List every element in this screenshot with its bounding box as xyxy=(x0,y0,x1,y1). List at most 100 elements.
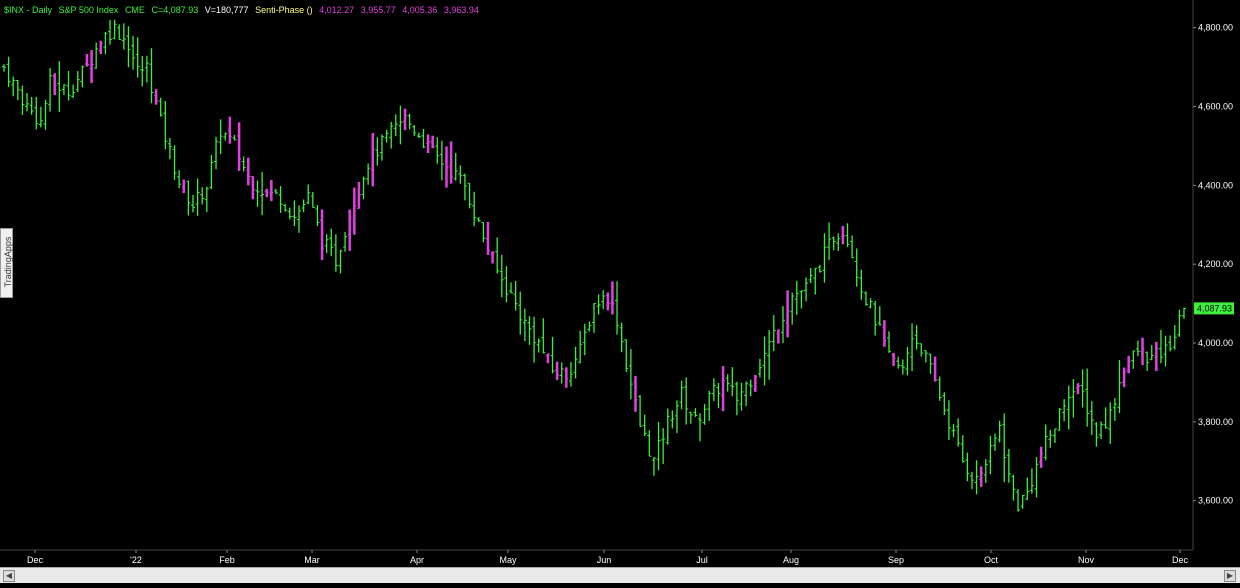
x-tick-label: Jul xyxy=(696,555,708,565)
ohlc-bar xyxy=(398,105,403,145)
ohlc-bar xyxy=(1066,385,1071,430)
ohlc-bar xyxy=(1140,337,1145,366)
ohlc-bar xyxy=(748,379,753,397)
price-bars xyxy=(2,19,1186,512)
ohlc-bar xyxy=(564,367,569,388)
ohlc-bar xyxy=(1108,402,1113,444)
price-chart[interactable]: 4,800.00 4,600.00 4,400.00 4,200.00 4,000.00… xyxy=(0,0,1240,583)
ohlc-bar xyxy=(831,236,836,251)
ohlc-bar xyxy=(167,138,172,160)
x-tick-label: Dec xyxy=(1172,555,1189,565)
indicator-name: Senti-Phase () xyxy=(255,5,313,15)
ohlc-bar xyxy=(237,122,242,171)
ohlc-bar xyxy=(52,73,57,95)
ohlc-bar xyxy=(919,343,924,357)
ohlc-bar xyxy=(979,466,984,487)
ohlc-bar xyxy=(131,35,136,70)
ohlc-bar xyxy=(568,361,573,387)
ohlc-bar xyxy=(338,249,343,274)
watermark-label: TradingApps xyxy=(3,236,13,288)
ohlc-bar xyxy=(725,374,730,392)
ohlc-bar xyxy=(633,375,638,412)
x-tick-label: Nov xyxy=(1078,555,1095,565)
scroll-left-button[interactable]: ◀ xyxy=(3,570,15,582)
ohlc-bar xyxy=(347,209,352,251)
ohlc-bar xyxy=(393,114,398,137)
ohlc-bar xyxy=(721,366,726,412)
indicator-value-3: 4,005.36 xyxy=(402,5,438,15)
ohlc-bar xyxy=(1094,422,1099,447)
ohlc-bar xyxy=(988,435,993,475)
exchange-label: CME xyxy=(124,5,145,15)
ohlc-bar xyxy=(836,233,841,251)
ohlc-bar xyxy=(555,361,560,381)
ohlc-bar xyxy=(859,269,864,300)
ohlc-bar xyxy=(1112,398,1117,421)
ohlc-bar xyxy=(605,292,610,311)
ohlc-bar xyxy=(278,186,283,214)
ohlc-bar xyxy=(43,99,48,130)
indicator-value-1: 4,012.27 xyxy=(319,5,355,15)
ohlc-bar xyxy=(559,362,564,384)
ohlc-bar xyxy=(1002,413,1007,483)
ohlc-bar xyxy=(707,390,712,421)
ohlc-bar xyxy=(121,23,126,50)
ohlc-bar xyxy=(241,156,246,172)
scroll-right-button[interactable]: ▶ xyxy=(1224,570,1236,582)
ohlc-bar xyxy=(232,134,237,141)
ohlc-bar xyxy=(679,380,684,410)
ohlc-bar xyxy=(946,400,951,441)
ohlc-bar xyxy=(172,145,177,180)
indicator-value-2: 3,955.77 xyxy=(360,5,396,15)
ohlc-bar xyxy=(804,277,809,302)
ohlc-bar xyxy=(1025,477,1030,501)
last-price-marker: 4,087.93 xyxy=(1194,302,1234,315)
ohlc-bar xyxy=(956,418,961,447)
y-tick-label: 3,600.00 xyxy=(1198,496,1233,506)
horizontal-scrollbar[interactable]: ◀ ▶ xyxy=(0,567,1240,583)
ohlc-bar xyxy=(854,248,859,287)
ohlc-bar xyxy=(532,316,537,363)
x-tick-label: Feb xyxy=(219,555,235,565)
ohlc-bar xyxy=(891,352,896,367)
ohlc-bar xyxy=(1163,335,1168,367)
ohlc-bar xyxy=(702,403,707,425)
ohlc-bar xyxy=(1043,424,1048,461)
ohlc-bar xyxy=(628,349,633,400)
ohlc-bar xyxy=(582,323,587,356)
ohlc-bar xyxy=(1011,474,1016,501)
ohlc-bar xyxy=(444,146,449,188)
ohlc-bar xyxy=(426,134,431,154)
ohlc-bar xyxy=(656,421,661,471)
ohlc-bar xyxy=(1089,401,1094,436)
ohlc-bar xyxy=(799,290,804,309)
ohlc-bar xyxy=(739,382,744,411)
ohlc-bar xyxy=(126,26,131,68)
ohlc-bar xyxy=(757,358,762,378)
ohlc-bar xyxy=(89,50,94,84)
ohlc-bar xyxy=(361,176,366,200)
ohlc-bar xyxy=(34,96,39,130)
ohlc-bar xyxy=(923,350,928,363)
ohlc-bar xyxy=(246,157,251,186)
tradingapps-tab[interactable]: TradingApps xyxy=(0,228,13,298)
ohlc-bar xyxy=(435,137,440,164)
ohlc-bar xyxy=(103,31,108,55)
ohlc-bar xyxy=(20,85,25,116)
ohlc-bar xyxy=(499,254,504,298)
chart-svg[interactable]: 4,800.00 4,600.00 4,400.00 4,200.00 4,000.00… xyxy=(0,0,1240,583)
ohlc-bar xyxy=(615,281,620,335)
ohlc-bar xyxy=(790,292,795,325)
ohlc-bar xyxy=(264,188,269,198)
ohlc-bar xyxy=(882,320,887,347)
ohlc-bar xyxy=(301,199,306,213)
ohlc-bar xyxy=(794,280,799,315)
ohlc-bar xyxy=(688,411,693,424)
ohlc-bar xyxy=(1182,307,1186,319)
ohlc-bar xyxy=(306,184,311,205)
ohlc-bar xyxy=(75,71,80,92)
ohlc-bar xyxy=(158,97,163,117)
ohlc-bar xyxy=(98,40,103,55)
ohlc-bar xyxy=(453,152,458,181)
ohlc-bar xyxy=(481,221,486,243)
